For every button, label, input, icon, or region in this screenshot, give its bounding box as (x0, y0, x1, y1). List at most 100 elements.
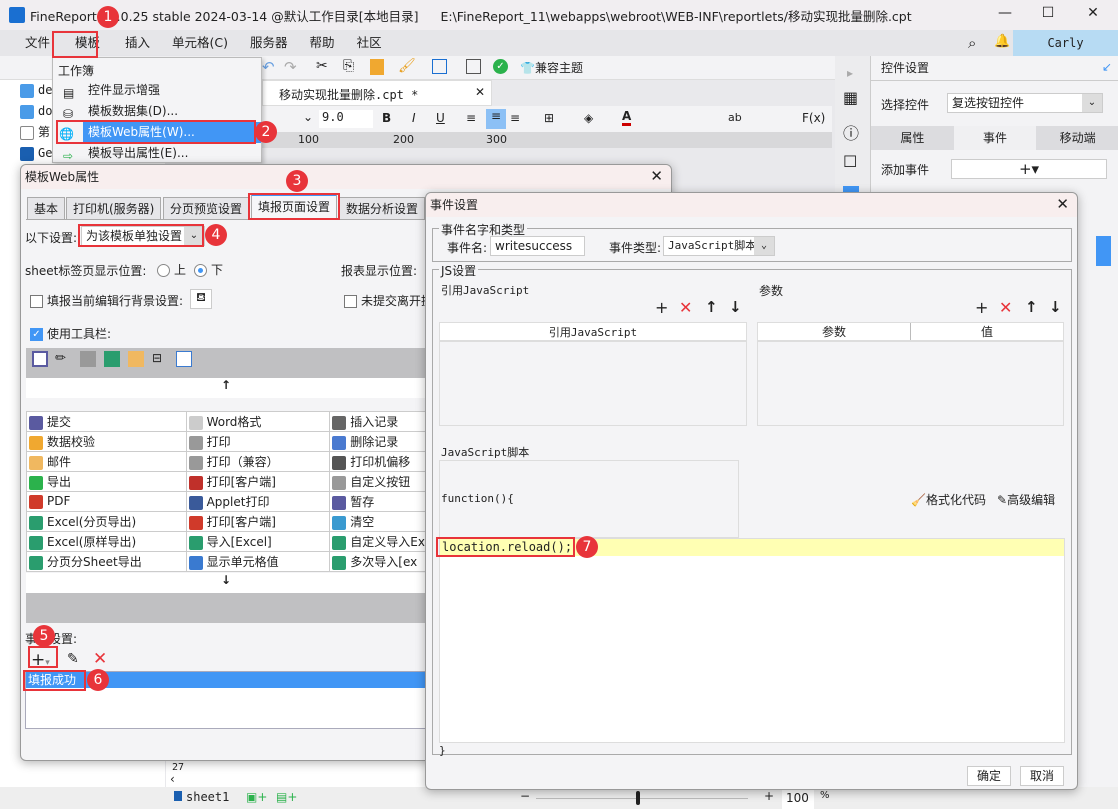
radio-bottom[interactable]: 下 (190, 261, 223, 278)
expand-icon[interactable]: ▸ (847, 66, 853, 80)
align-center-icon[interactable]: ≡ (486, 109, 506, 129)
close-dialog-button[interactable]: ✕ (650, 167, 663, 185)
toolbar-button-option[interactable]: 清空 (329, 511, 426, 532)
tab-basic[interactable]: 基本 (27, 197, 66, 219)
selected-event-row[interactable] (1096, 236, 1111, 266)
radio-top[interactable]: 上 (153, 261, 186, 278)
font-dropdown-arrow[interactable]: ⌄ (298, 110, 318, 128)
close-tab-icon[interactable]: ✕ (475, 85, 485, 99)
redo-icon[interactable]: ↷ (284, 58, 297, 76)
move-up-js-button[interactable]: ↑ (705, 298, 718, 316)
wrap-icon[interactable]: ab (728, 111, 742, 124)
move-up-param-button[interactable]: ↑ (1025, 298, 1038, 316)
toolbar-button-option[interactable]: 多次导入[ex (329, 551, 426, 572)
event-type-dropdown[interactable]: JavaScript脚本 ⌄ (663, 236, 775, 256)
font-color-icon[interactable]: A (622, 109, 632, 126)
use-toolbar-checkbox[interactable]: ✓ 使用工具栏: (30, 325, 111, 342)
zoom-in-button[interactable]: + (764, 789, 774, 803)
toolbar-button-option[interactable]: 提交 (26, 411, 187, 432)
toolbar-button-option[interactable]: 数据校验 (26, 431, 187, 452)
delete-js-button[interactable]: ✕ (679, 298, 692, 317)
unsubmit-checkbox[interactable]: 未提交离开提 (344, 292, 433, 309)
menu-cell[interactable]: 单元格(C) (161, 30, 239, 56)
check-icon[interactable]: ✓ (493, 59, 508, 74)
toolbar-button-option[interactable]: 打印 (185, 431, 331, 452)
tab-printer[interactable]: 打印机(服务器) (66, 197, 162, 219)
delete-param-button[interactable]: ✕ (999, 298, 1012, 317)
toolbar-button-option[interactable]: 自定义导入Ex (329, 531, 426, 552)
menu-server[interactable]: 服务器 (239, 30, 299, 56)
info-icon[interactable]: ⓘ (843, 120, 859, 144)
toolbar-button-option[interactable]: Word格式 (185, 411, 331, 432)
toolbar-button-option[interactable]: Excel(原样导出) (26, 531, 187, 552)
maximize-button[interactable]: ☐ (1028, 5, 1068, 21)
delete-icon[interactable]: ✕ (93, 649, 107, 669)
compat-theme-button[interactable]: 👕兼容主题 (520, 59, 583, 76)
move-down-button[interactable]: ↓ (26, 573, 426, 593)
move-up-button[interactable]: ↑ (26, 378, 426, 398)
move-down-js-button[interactable]: ↓ (729, 298, 742, 316)
tab-events[interactable]: 事件 (953, 126, 1037, 150)
copy-icon[interactable]: ⎘ (343, 58, 354, 74)
menu-item-export-properties[interactable]: ⇨ 模板导出属性(E)... (53, 143, 261, 164)
format-code-button[interactable]: 🧹格式化代码 (911, 491, 986, 508)
advanced-edit-button[interactable]: ✎高级编辑 (997, 491, 1055, 508)
document-tab[interactable]: 移动实现批量删除.cpt * ✕ (262, 80, 492, 106)
toolbar-button-option[interactable]: 打印[客户端] (185, 471, 331, 492)
toolbar-button-option[interactable]: 暂存 (329, 491, 426, 512)
select-widget-dropdown[interactable]: 复选按钮控件 ⌄ (947, 93, 1103, 113)
menu-item-widget-enhance[interactable]: ▤ 控件显示增强 (53, 80, 261, 101)
menu-help[interactable]: 帮助 (299, 30, 346, 56)
toolbar-button-option[interactable]: 插入记录 (329, 411, 426, 432)
cancel-button[interactable]: 取消 (1020, 766, 1064, 786)
tab-properties[interactable]: 属性 (871, 126, 954, 150)
close-window-button[interactable]: ✕ (1073, 5, 1113, 21)
formula-icon[interactable]: F(x) (802, 111, 825, 125)
user-account[interactable]: Carly (1013, 30, 1118, 56)
toolbar-button-option[interactable]: 打印（兼容） (185, 451, 331, 472)
toolbar-button-option[interactable]: Applet打印 (185, 491, 331, 512)
toolbar-button-option[interactable]: 显示单元格值 (185, 551, 331, 572)
bg-setting-checkbox[interactable]: 填报当前编辑行背景设置: (30, 292, 183, 309)
toolbar-button-option[interactable]: 分页分Sheet导出 (26, 551, 187, 572)
toolbar-button-option[interactable]: PDF (26, 491, 187, 512)
toolbar-button-option[interactable]: 导出 (26, 471, 187, 492)
zoom-slider-handle[interactable] (636, 791, 640, 805)
tab-mobile[interactable]: 移动端 (1036, 126, 1118, 150)
bell-icon[interactable]: 🔔 (994, 34, 1010, 49)
toolbar-button-option[interactable]: 导入[Excel] (185, 531, 331, 552)
zoom-slider[interactable] (536, 798, 748, 799)
sheet-tab[interactable]: sheet1 (174, 790, 229, 804)
align-right-icon[interactable]: ≡ (510, 111, 520, 125)
fill-color-icon[interactable]: ◈ (584, 111, 593, 125)
menu-community[interactable]: 社区 (346, 30, 393, 56)
menu-insert[interactable]: 插入 (114, 30, 161, 56)
toolbar-button-option[interactable]: 打印[客户端] (185, 511, 331, 532)
preview-icon[interactable] (466, 59, 481, 74)
event-name-input[interactable]: writesuccess (490, 236, 585, 256)
paint-bucket-icon[interactable]: ⛾ (190, 289, 212, 309)
toolbar-button-option[interactable]: Excel(分页导出) (26, 511, 187, 532)
edit-icon[interactable]: ✎ (67, 651, 79, 667)
event-list-item[interactable]: 填报成功 (26, 672, 426, 688)
tab-data-analysis[interactable]: 数据分析设置 (339, 197, 426, 219)
tab-page-preview[interactable]: 分页预览设置 (163, 197, 250, 219)
frame-icon[interactable]: ☐ (843, 152, 857, 171)
toolbar-button-option[interactable]: 打印机偏移 (329, 451, 426, 472)
search-icon[interactable]: ⌕ (968, 34, 976, 52)
add-js-button[interactable]: + (655, 298, 668, 317)
toolbar-button-option[interactable]: 自定义按钮 (329, 471, 426, 492)
border-icon[interactable]: ⊞ (544, 111, 554, 125)
add-sheet-icon[interactable]: ▣+ (246, 790, 267, 804)
font-size-input[interactable]: 9.0 (319, 110, 373, 128)
minimize-button[interactable]: — (985, 5, 1025, 21)
menu-item-datasets[interactable]: ⛁ 模板数据集(D)... (53, 101, 261, 122)
format-brush-icon[interactable]: 🖌 (398, 58, 416, 74)
align-left-icon[interactable]: ≡ (466, 111, 476, 125)
italic-icon[interactable]: I (412, 111, 416, 125)
bold-icon[interactable]: B (382, 111, 391, 125)
ok-button[interactable]: 确定 (967, 766, 1011, 786)
undo-icon[interactable]: ↶ (262, 58, 275, 76)
add-poly-sheet-icon[interactable]: ▤+ (276, 790, 297, 804)
move-down-param-button[interactable]: ↓ (1049, 298, 1062, 316)
